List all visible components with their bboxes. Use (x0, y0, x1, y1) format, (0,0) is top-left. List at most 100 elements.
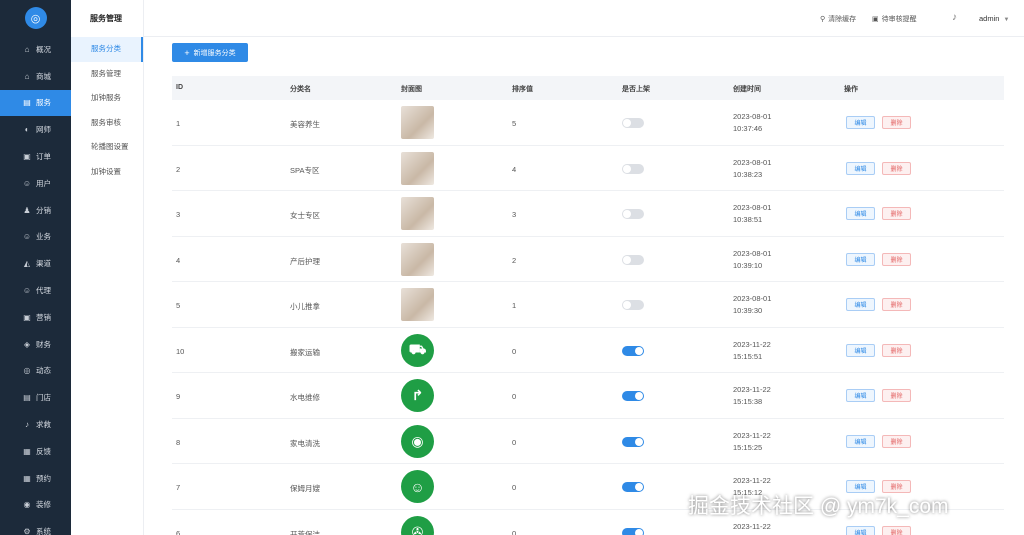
created-date: 2023-08-01 (733, 294, 772, 303)
row-name: 美容养生 (290, 120, 320, 129)
review-reminder-link[interactable]: ▣ 待审核提醒 (872, 14, 917, 24)
nav-item[interactable]: ▣ 营销 (0, 304, 71, 331)
sub-nav-item[interactable]: 服务分类 (71, 37, 143, 62)
listed-toggle[interactable] (622, 482, 644, 492)
edit-button[interactable]: 编辑 (846, 525, 875, 535)
nav-item[interactable]: ⌂ 商城 (0, 63, 71, 90)
created-date: 2023-08-01 (733, 203, 772, 212)
nav-item[interactable]: ☺ 代理 (0, 277, 71, 304)
delete-button[interactable]: 删除 (882, 161, 911, 175)
nav-item-label: 装修 (36, 500, 51, 510)
nav-item-label: 反馈 (36, 446, 51, 456)
delete-button[interactable]: 删除 (882, 207, 911, 220)
nav-item[interactable]: ▤ 门店 (0, 384, 71, 411)
nav-item[interactable]: ◎ 动态 (0, 358, 71, 385)
nav-icon: ◐ (24, 125, 30, 135)
edit-button[interactable]: 编辑 (846, 389, 875, 402)
table-row: 1 美容养生 5 2023-08-01 10:37:46 编辑 删除 (172, 100, 1004, 146)
watermark: 掘金技术社区 @ ym7k_com (688, 495, 949, 518)
row-id: 1 (176, 119, 181, 128)
sub-nav: 服务管理 服务分类 服务管理 加钟服务 服务审核 轮播图设置 加钟设置 (71, 0, 144, 535)
row-created: 2023-11-22 15:15:51 (733, 339, 771, 363)
nav-item[interactable]: ◉ 装修 (0, 492, 71, 519)
row-sort: 0 (512, 392, 517, 401)
delete-button[interactable]: 删除 (882, 389, 911, 402)
created-time: 10:39:30 (733, 306, 763, 315)
delete-button[interactable]: 删除 (882, 252, 911, 266)
nav-item[interactable]: ▦ 预约 (0, 465, 71, 492)
edit-button[interactable]: 编辑 (846, 207, 875, 220)
nav-item[interactable]: ◭ 渠道 (0, 250, 71, 277)
cover-image (401, 197, 434, 230)
nav-item[interactable]: ♪ 求救 (0, 411, 71, 438)
nav-item[interactable]: ♟ 分销 (0, 197, 71, 224)
listed-toggle[interactable] (622, 118, 644, 128)
listed-toggle[interactable] (622, 209, 644, 219)
row-created: 2023-08-01 10:37:46 (733, 111, 771, 135)
row-name: 保姆月嫂 (290, 484, 320, 493)
listed-toggle[interactable] (622, 391, 644, 401)
row-name: 产后护理 (290, 256, 320, 266)
nav-item-label: 财务 (36, 339, 51, 349)
nav-item[interactable]: ▦ 反馈 (0, 438, 71, 465)
edit-button[interactable]: 编辑 (846, 252, 875, 266)
table-row: 4 产后护理 2 2023-08-01 10:39:10 编辑 删除 (172, 237, 1004, 282)
listed-toggle[interactable] (622, 163, 644, 174)
delete-button[interactable]: 删除 (882, 343, 911, 357)
listed-toggle[interactable] (622, 300, 644, 310)
sub-nav-item[interactable]: 加钟服务 (71, 86, 143, 111)
created-time: 15:15:25 (733, 442, 763, 452)
nav-item[interactable]: ▤ 服务 (0, 89, 71, 117)
nav-item[interactable]: ⚙ 系统 (0, 518, 71, 535)
nav-item-label: 网师 (36, 125, 51, 135)
created-time: 15:15:38 (733, 397, 763, 406)
header-id: ID (176, 84, 183, 91)
logo-icon: ◎ (24, 7, 47, 29)
nav-item[interactable]: ☺ 用户 (0, 170, 71, 197)
header-listed: 是否上架 (622, 86, 650, 93)
main-nav: ◎ ⌂ 概况 ⌂ 商城 ▤ 服务 ◐ 网师 ▣ 订单 ☺ 用户 ♟ 分销 ☺ 业务 ◭ 渠道 ☺ 代理 ▣ 营销 ◈ 财务 ◎ 动… (0, 0, 71, 535)
nav-item[interactable]: ◈ 财务 (0, 331, 71, 358)
edit-button[interactable]: 编辑 (846, 116, 875, 129)
edit-button[interactable]: 编辑 (846, 434, 875, 448)
add-category-button[interactable]: + 新增服务分类 (172, 43, 248, 62)
nav-item[interactable]: ◐ 网师 (0, 116, 71, 143)
listed-toggle[interactable] (622, 345, 644, 356)
row-id: 2 (176, 164, 181, 174)
review-reminder-label: 待审核提醒 (881, 16, 917, 23)
created-time: 15:15:51 (733, 351, 763, 361)
created-date: 2023-08-01 (733, 112, 772, 121)
edit-button[interactable]: 编辑 (846, 161, 875, 175)
created-time: 10:37:46 (733, 124, 763, 133)
listed-toggle[interactable] (622, 254, 644, 265)
bell-icon[interactable]: ♪ (952, 12, 957, 23)
sub-nav-item[interactable]: 加钟设置 (71, 160, 143, 185)
nav-item[interactable]: ☺ 业务 (0, 224, 71, 251)
clear-cache-link[interactable]: ⚲ 清除缓存 (820, 14, 856, 24)
row-created: 2023-08-01 10:39:30 (733, 293, 771, 317)
truck-icon: ⛟ (401, 333, 434, 367)
edit-button[interactable]: 编辑 (846, 298, 875, 311)
logo: ◎ (0, 0, 71, 36)
sub-nav-item[interactable]: 轮播图设置 (71, 135, 143, 160)
nav-item-label: 概况 (36, 44, 51, 54)
row-sort: 2 (512, 255, 517, 265)
delete-button[interactable]: 删除 (882, 434, 911, 448)
nav-item[interactable]: ▣ 订单 (0, 143, 71, 170)
row-sort: 5 (512, 119, 517, 128)
sub-nav-item[interactable]: 服务管理 (71, 62, 143, 87)
plus-icon: + (184, 47, 190, 58)
delete-button[interactable]: 删除 (882, 116, 911, 129)
delete-button[interactable]: 删除 (882, 525, 911, 535)
nav-item[interactable]: ⌂ 概况 (0, 36, 71, 63)
listed-toggle[interactable] (622, 436, 644, 447)
nav-icon: ◈ (23, 339, 31, 349)
table-row: 2 SPA专区 4 2023-08-01 10:38:23 编辑 删除 (172, 146, 1004, 191)
edit-button[interactable]: 编辑 (846, 343, 875, 357)
sub-nav-item[interactable]: 服务审核 (71, 111, 143, 136)
user-menu[interactable]: admin ▼ (979, 14, 1009, 23)
row-created: 2023-11-22 15:15:38 (733, 384, 771, 408)
nav-item-label: 商城 (36, 71, 51, 81)
listed-toggle[interactable] (622, 527, 644, 535)
delete-button[interactable]: 删除 (882, 298, 911, 311)
